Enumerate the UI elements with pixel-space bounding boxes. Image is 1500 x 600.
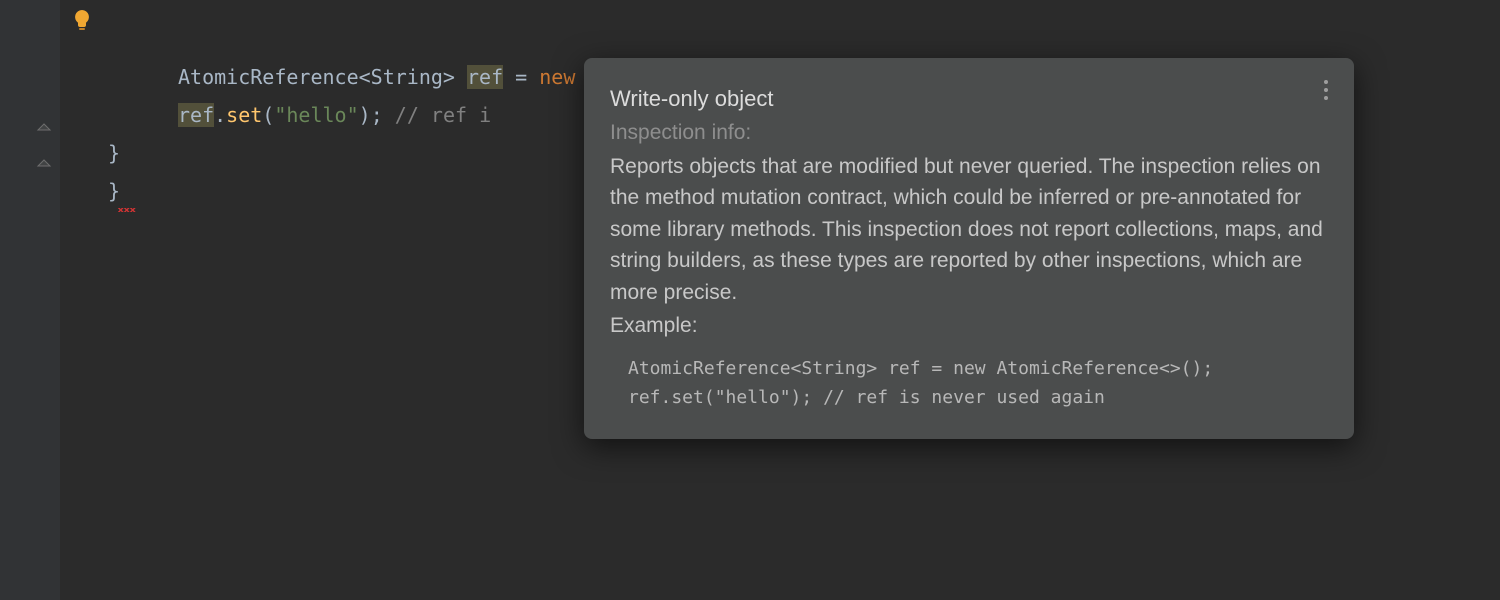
- punct-token: (: [262, 103, 274, 127]
- punct-token: .: [214, 103, 226, 127]
- method-token: set: [226, 103, 262, 127]
- inspection-tooltip: Write-only object Inspection info: Repor…: [584, 58, 1354, 439]
- tooltip-body: Reports objects that are modified but ne…: [610, 151, 1328, 309]
- punct-token: ): [359, 103, 371, 127]
- inspection-highlight[interactable]: ref: [467, 65, 503, 89]
- inspection-highlight[interactable]: ref: [178, 103, 214, 127]
- string-token: "hello": [274, 103, 358, 127]
- fold-region-end-icon[interactable]: [32, 116, 56, 140]
- tooltip-example-label: Example:: [610, 310, 1328, 342]
- punct-token: ;: [371, 103, 383, 127]
- tooltip-example-code: AtomicReference<String> ref = new Atomic…: [628, 354, 1328, 413]
- tooltip-subtitle: Inspection info:: [610, 117, 1328, 149]
- more-actions-icon[interactable]: [1316, 76, 1336, 104]
- tooltip-title: Write-only object: [610, 82, 1328, 115]
- comment-token: // ref i: [383, 103, 491, 127]
- editor-gutter: [0, 0, 60, 600]
- error-squiggle-icon: [118, 208, 136, 212]
- keyword-token: new: [539, 65, 575, 89]
- type-token: AtomicReference: [178, 65, 359, 89]
- closing-brace: }: [108, 141, 120, 165]
- generic-token: <String>: [359, 65, 455, 89]
- code-line: ref.set("hello"); // ref i: [178, 103, 491, 127]
- closing-brace: }: [108, 179, 136, 203]
- fold-region-end-icon[interactable]: [32, 152, 56, 176]
- intention-bulb-icon[interactable]: [70, 8, 94, 32]
- operator-token: =: [503, 65, 539, 89]
